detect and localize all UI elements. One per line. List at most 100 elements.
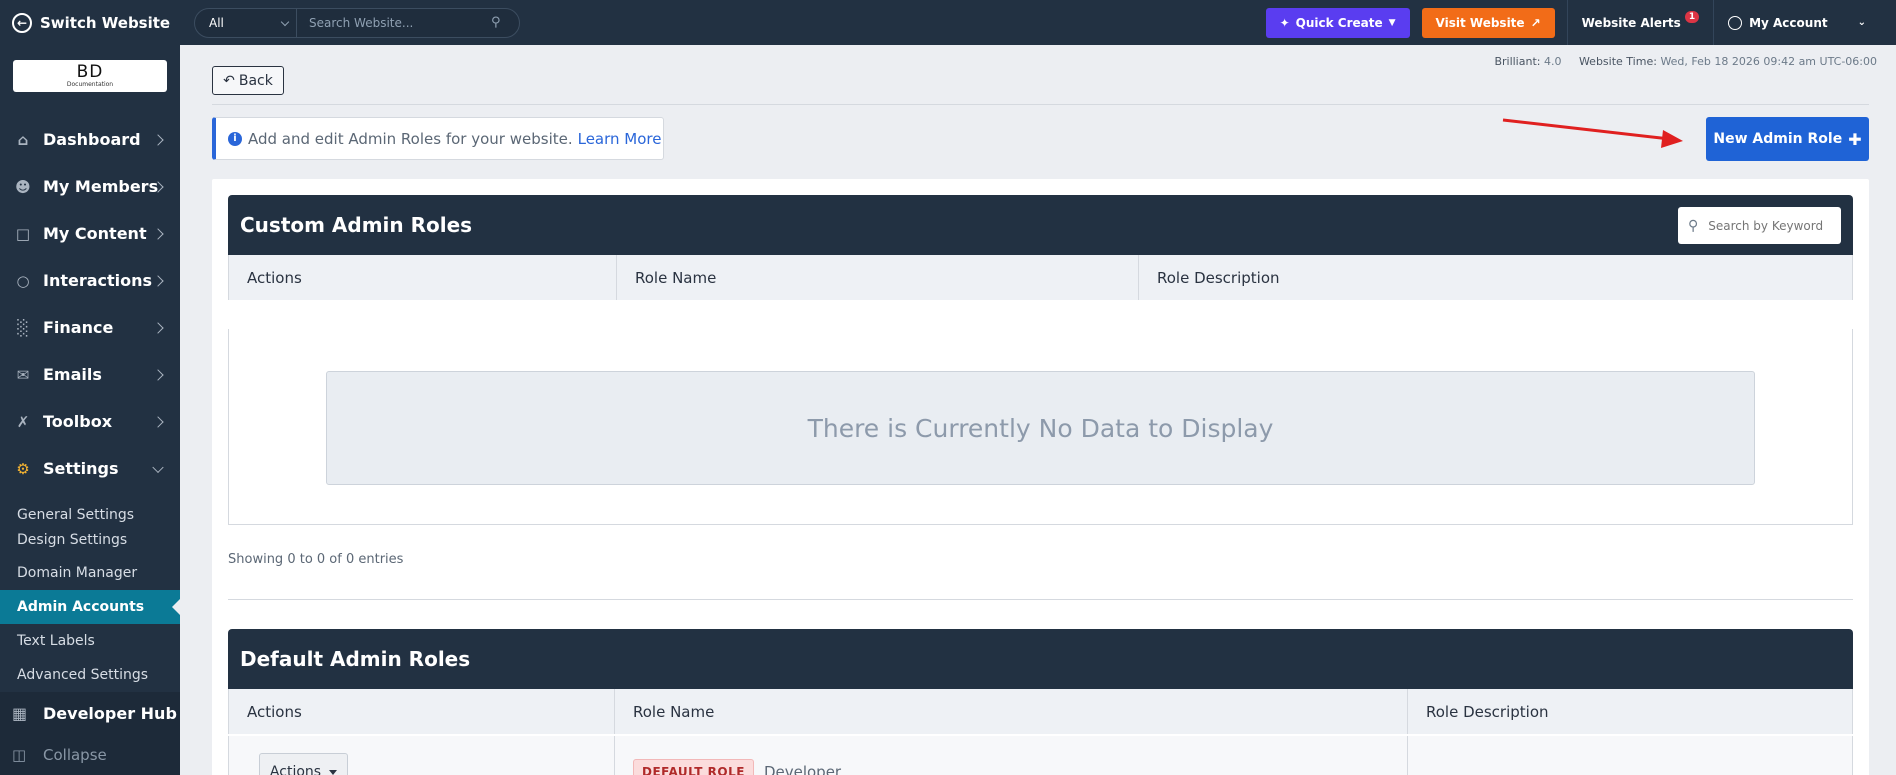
column-header-actions[interactable]: Actions (229, 255, 617, 300)
website-time-label: Website Time: (1578, 55, 1657, 68)
chevron-right-icon (152, 321, 164, 334)
collapse-sidebar-button[interactable]: ◫ Collapse (0, 735, 180, 775)
column-header-role-description[interactable]: Role Description (1139, 255, 1852, 300)
sidebar-item-label: Toolbox (43, 412, 113, 431)
custom-roles-table-header: Actions Role Name Role Description (228, 255, 1853, 300)
site-logo[interactable]: BD Documentation (13, 60, 167, 92)
sidebar-nav: ⌂ Dashboard ☻ My Members □ My Content ○ … (0, 116, 180, 492)
visit-website-label: Visit Website (1435, 15, 1525, 30)
column-header-role-description[interactable]: Role Description (1408, 689, 1852, 734)
sidebar-item-label: My Members (43, 177, 159, 196)
alerts-count-badge: 1 (1684, 10, 1700, 23)
search-scope-select[interactable]: All (195, 8, 297, 37)
website-status: Brilliant: 4.0 Website Time: Wed, Feb 18… (1494, 55, 1877, 68)
custom-roles-header: Custom Admin Roles ⚲ (228, 195, 1853, 255)
sidebar-item-developer-hub[interactable]: ▦ Developer Hub (0, 692, 180, 735)
info-text: Add and edit Admin Roles for your websit… (248, 129, 573, 148)
main-content: Brilliant: 4.0 Website Time: Wed, Feb 18… (180, 45, 1896, 775)
default-roles-table-header: Actions Role Name Role Description (228, 689, 1853, 734)
home-icon: ⌂ (17, 130, 29, 149)
website-alerts-link[interactable]: Website Alerts 1 (1566, 0, 1713, 45)
role-name-cell: DEFAULT ROLE Developer (615, 736, 1408, 775)
new-admin-role-label: New Admin Role (1713, 131, 1843, 147)
grid-icon: ▦ (12, 704, 28, 723)
website-alerts-label: Website Alerts (1581, 15, 1681, 30)
arrow-left-circle-icon: ← (12, 12, 32, 33)
sidebar-item-emails[interactable]: ✉ Emails (0, 351, 180, 398)
users-icon: ☻ (15, 177, 31, 196)
divider (212, 104, 1869, 105)
red-arrow-annotation (1502, 118, 1683, 148)
version-label: Brilliant: (1494, 55, 1541, 68)
sidebar-item-finance[interactable]: ░ Finance (0, 304, 180, 351)
sidebar-item-toolbox[interactable]: ✗ Toolbox (0, 398, 180, 445)
table-row: Actions DEFAULT ROLE Developer (228, 736, 1853, 775)
sidebar-item-dashboard[interactable]: ⌂ Dashboard (0, 116, 180, 163)
sidebar-item-label: Emails (43, 365, 102, 384)
row-actions-label: Actions (269, 764, 322, 775)
sidebar-item-label: Dashboard (43, 130, 141, 149)
back-button[interactable]: ↶ Back (212, 66, 284, 95)
table-entries-info: Showing 0 to 0 of 0 entries (228, 552, 404, 567)
default-role-badge: DEFAULT ROLE (633, 759, 754, 775)
chevron-right-icon (152, 368, 164, 381)
collapse-label: Collapse (43, 746, 107, 764)
new-admin-role-button[interactable]: New Admin Role ✚ (1706, 117, 1869, 161)
search-icon[interactable]: ⚲ (491, 15, 519, 30)
my-account-label: My Account (1749, 15, 1828, 30)
learn-more-link[interactable]: Learn More (578, 130, 662, 148)
caret-down-icon (329, 769, 338, 775)
sidebar: ← Switch Website BD Documentation ⌂ Dash… (0, 0, 180, 775)
visit-website-button[interactable]: Visit Website ↗ (1421, 7, 1555, 38)
website-search-group: All ⚲ (194, 7, 520, 38)
info-callout: i Add and edit Admin Roles for your webs… (212, 117, 664, 160)
custom-roles-title: Custom Admin Roles (240, 213, 473, 237)
column-header-role-name[interactable]: Role Name (617, 255, 1139, 300)
submenu-item-general-settings[interactable]: General Settings (0, 498, 180, 532)
column-header-role-name[interactable]: Role Name (615, 689, 1408, 734)
chevron-down-icon (280, 17, 290, 26)
submenu-item-text-labels[interactable]: Text Labels (0, 624, 180, 658)
empty-state-message: There is Currently No Data to Display (326, 371, 1755, 485)
sidebar-item-my-members[interactable]: ☻ My Members (0, 163, 180, 210)
gear-icon: ⚙ (16, 459, 30, 478)
role-description-cell (1408, 736, 1852, 775)
sidebar-item-settings[interactable]: ⚙ Settings (0, 445, 180, 492)
sidebar-item-my-content[interactable]: □ My Content (0, 210, 180, 257)
submenu-item-design-settings[interactable]: Design Settings (0, 532, 180, 556)
sidebar-item-interactions[interactable]: ○ Interactions (0, 257, 180, 304)
chevron-down-icon: ▼ (1388, 17, 1396, 28)
website-time-value: Wed, Feb 18 2026 09:42 am UTC-06:00 (1660, 55, 1877, 68)
sidebar-item-label: Settings (43, 459, 119, 478)
search-icon: ⚲ (1688, 217, 1699, 234)
role-name: Developer (763, 763, 842, 775)
sidebar-item-label: My Content (43, 224, 147, 243)
submenu-item-advanced-settings[interactable]: Advanced Settings (0, 658, 180, 692)
chevron-down-icon: ⌄ (1857, 17, 1866, 28)
row-actions-dropdown[interactable]: Actions (259, 753, 348, 775)
default-roles-header: Default Admin Roles (228, 629, 1853, 689)
website-search-input[interactable] (297, 15, 491, 30)
chevron-right-icon (152, 133, 164, 146)
chevron-down-icon (152, 461, 164, 473)
plus-icon: ✚ (1848, 129, 1862, 149)
submenu-item-domain-manager[interactable]: Domain Manager (0, 556, 180, 590)
keyword-search-box: ⚲ (1678, 207, 1841, 244)
switch-website-button[interactable]: ← Switch Website (0, 0, 180, 45)
column-header-actions[interactable]: Actions (229, 689, 615, 734)
divider (228, 599, 1853, 600)
my-account-menu[interactable]: My Account ⌄ (1713, 0, 1896, 45)
quick-create-button[interactable]: ✦ Quick Create ▼ (1265, 7, 1410, 38)
submenu-item-admin-accounts[interactable]: Admin Accounts (0, 590, 180, 624)
user-circle-icon (1728, 15, 1743, 30)
quick-create-label: Quick Create (1295, 15, 1383, 30)
keyword-search-input[interactable] (1708, 218, 1829, 233)
roles-card: Custom Admin Roles ⚲ Actions Role Name R… (212, 179, 1869, 775)
chevron-right-icon (152, 227, 164, 240)
bar-chart-icon: ░ (17, 318, 29, 337)
actions-cell: Actions (229, 736, 615, 775)
chat-icon: ○ (16, 271, 30, 290)
version-value: 4.0 (1543, 55, 1562, 68)
switch-website-label: Switch Website (40, 13, 171, 32)
chevron-right-icon (152, 274, 164, 287)
